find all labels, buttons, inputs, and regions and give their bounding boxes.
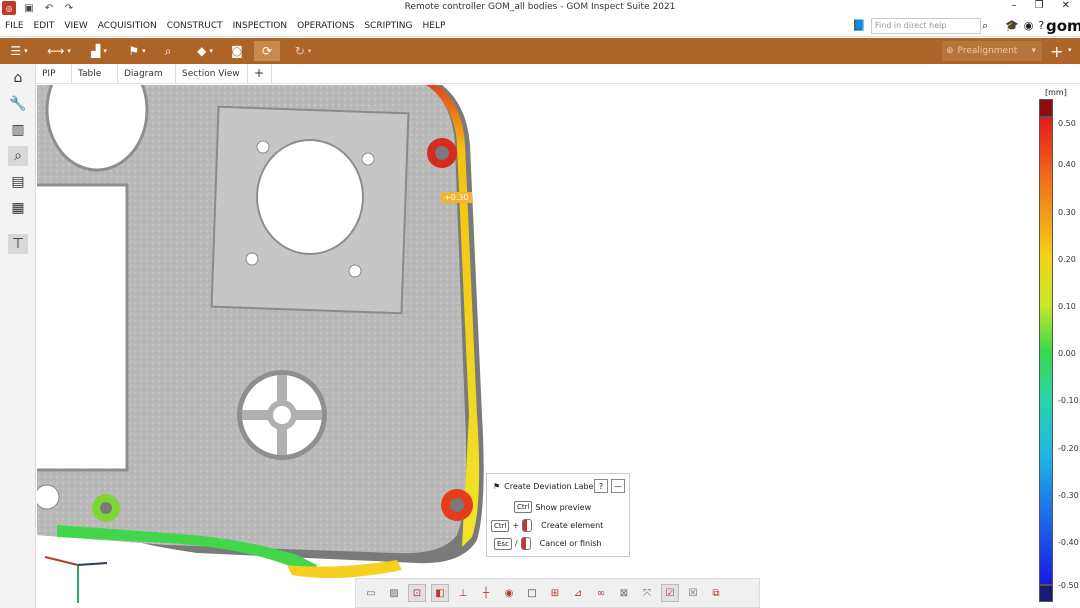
link-icon[interactable]: ∞ bbox=[592, 584, 610, 602]
search-icon[interactable]: ⌕ bbox=[160, 41, 176, 61]
tab-pip[interactable]: PIP bbox=[36, 64, 72, 84]
menu-bar: FILE EDIT VIEW ACQUISITION CONSTRUCT INS… bbox=[0, 17, 1080, 37]
chevron-down-icon: ▾ bbox=[1031, 46, 1036, 56]
deviation-label[interactable]: +0.30 bbox=[441, 192, 472, 203]
menu-inspection[interactable]: INSPECTION bbox=[233, 21, 287, 31]
main-toolbar: ☰ ▾ ⟷ ▾ ▟ ▾ ⚑ ▾ ⌕ ◆ ▾ ◙ ⟳ ↻ ▾ ⊕ Prealignment ▾… bbox=[0, 38, 1080, 64]
plus-symbol: + bbox=[512, 521, 520, 530]
menu-scripting[interactable]: SCRIPTING bbox=[364, 21, 412, 31]
view-tabs: PIP Table Diagram Section View + bbox=[36, 64, 1080, 84]
menu-construct[interactable]: CONSTRUCT bbox=[167, 21, 223, 31]
gom-logo: gom bbox=[1046, 17, 1080, 35]
left-click-icon bbox=[522, 519, 533, 532]
create-deviation-label-popup: ⚑ Create Deviation Label ? — Ctrl Show p… bbox=[486, 473, 630, 557]
menu-acquisition[interactable]: ACQUISITION bbox=[98, 21, 157, 31]
bars-icon[interactable]: ▥ bbox=[8, 120, 28, 140]
show-preview-label: Show preview bbox=[535, 502, 592, 512]
color-scale-bar bbox=[1039, 99, 1053, 604]
create-element-label: Create element bbox=[541, 521, 604, 530]
scale-tick: -0.10 bbox=[1058, 396, 1079, 405]
pin-icon[interactable]: ⊤ bbox=[8, 234, 28, 254]
ctrl-key: Ctrl bbox=[491, 519, 510, 532]
menu-view[interactable]: VIEW bbox=[64, 21, 87, 31]
menu-help[interactable]: HELP bbox=[423, 21, 446, 31]
redo-tool-button[interactable]: ↻ ▾ bbox=[288, 41, 318, 61]
scale-tick: -0.50 bbox=[1058, 581, 1079, 590]
scale-tick: 0.00 bbox=[1058, 349, 1076, 358]
add-dropdown-icon[interactable]: ▾ bbox=[1068, 46, 1072, 54]
hamburger-menu-button[interactable]: ☰ ▾ bbox=[4, 41, 34, 61]
angle-icon[interactable]: ⊿ bbox=[569, 584, 587, 602]
scale-tick: -0.20 bbox=[1058, 444, 1079, 453]
menu-operations[interactable]: OPERATIONS bbox=[297, 21, 354, 31]
slash-symbol: / bbox=[514, 539, 518, 548]
cross-icon[interactable]: ┼ bbox=[477, 584, 495, 602]
ctrl-key: Ctrl bbox=[514, 501, 533, 513]
bottom-toolbar: ▭ ▨ ⊡ ◧ ⊥ ┼ ◉ □ ⊞ ⊿ ∞ ⊠ ⤧ ☑ ☒ ⧉ bbox=[355, 578, 760, 608]
close-button[interactable]: ✕ bbox=[1062, 0, 1070, 11]
align-tool-button[interactable]: ⟷ ▾ bbox=[44, 41, 74, 61]
scale-tick: 0.30 bbox=[1058, 208, 1076, 217]
scale-tick: 0.20 bbox=[1058, 255, 1076, 264]
check-icon[interactable]: ☑ bbox=[661, 584, 679, 602]
scale-unit-label: [mm] bbox=[1045, 88, 1067, 97]
prealignment-dropdown[interactable]: ⊕ Prealignment ▾ bbox=[942, 41, 1042, 61]
x-box-icon[interactable]: ☒ bbox=[684, 584, 702, 602]
esc-key: Esc bbox=[494, 537, 512, 550]
frame-icon[interactable]: ⊞ bbox=[546, 584, 564, 602]
scale-tick: 0.50 bbox=[1058, 119, 1076, 128]
add-button[interactable]: + bbox=[1050, 42, 1063, 61]
right-click-icon bbox=[520, 537, 531, 550]
pick-icon[interactable]: ⊡ bbox=[408, 584, 426, 602]
home-icon[interactable]: ⌂ bbox=[8, 68, 28, 88]
left-sidebar: ⌂ 🔧 ▥ ⌕ ▤ ▦ ⊤ bbox=[0, 64, 36, 608]
window-title: Remote controller GOM_all bodies - GOM I… bbox=[404, 2, 676, 12]
popup-title: Create Deviation Label bbox=[504, 482, 596, 491]
menu-edit[interactable]: EDIT bbox=[34, 21, 55, 31]
minimize-popup-button[interactable]: — bbox=[611, 479, 625, 493]
help-button[interactable]: ? bbox=[594, 479, 608, 493]
help-search-icon[interactable]: ⌕ bbox=[982, 19, 988, 33]
menu-file[interactable]: FILE bbox=[5, 21, 24, 31]
refresh-button[interactable]: ⟳ bbox=[254, 41, 280, 61]
book-icon[interactable]: 📘 bbox=[852, 19, 866, 32]
scale-tick: 0.10 bbox=[1058, 302, 1076, 311]
prealignment-icon: ⊕ bbox=[946, 46, 954, 56]
flag-tool-button[interactable]: ⚑ ▾ bbox=[122, 41, 152, 61]
point-icon[interactable]: ⊥ bbox=[454, 584, 472, 602]
chart-tool-button[interactable]: ▟ ▾ bbox=[84, 41, 114, 61]
wrench-icon[interactable]: 🔧 bbox=[8, 94, 28, 114]
tab-add[interactable]: + bbox=[248, 64, 272, 84]
user-icon[interactable]: ◉ bbox=[1024, 19, 1034, 32]
corner-icon[interactable]: ⊠ bbox=[615, 584, 633, 602]
flag-icon: ⚑ bbox=[493, 482, 501, 491]
select-icon[interactable]: ▭ bbox=[362, 584, 380, 602]
target-tool-button[interactable]: ◆ ▾ bbox=[190, 41, 220, 61]
question-icon[interactable]: ? bbox=[1038, 19, 1044, 32]
hatch-icon[interactable]: ▨ bbox=[385, 584, 403, 602]
expand-icon[interactable]: ⤧ bbox=[638, 584, 656, 602]
grid-icon[interactable]: ▦ bbox=[8, 198, 28, 218]
tab-section-view[interactable]: Section View bbox=[176, 64, 248, 84]
title-bar: ◎ ▣ ↶ ↷ Remote controller GOM_all bodies… bbox=[0, 0, 1080, 17]
minimize-button[interactable]: – bbox=[1012, 0, 1017, 11]
camera-icon[interactable]: ◙ bbox=[228, 41, 246, 61]
tab-diagram[interactable]: Diagram bbox=[118, 64, 176, 84]
cancel-finish-label: Cancel or finish bbox=[539, 539, 602, 548]
scale-tick: -0.30 bbox=[1058, 491, 1079, 500]
square-icon[interactable]: □ bbox=[523, 584, 541, 602]
help-search-input[interactable]: Find in direct help bbox=[871, 18, 981, 34]
split-icon[interactable]: ◧ bbox=[431, 584, 449, 602]
report-icon[interactable]: ▤ bbox=[8, 172, 28, 192]
scale-tick: 0.40 bbox=[1058, 160, 1076, 169]
scale-tick: -0.40 bbox=[1058, 538, 1079, 547]
swap-icon[interactable]: ⧉ bbox=[707, 584, 725, 602]
maximize-button[interactable]: ❐ bbox=[1035, 0, 1044, 11]
graduation-cap-icon[interactable]: 🎓 bbox=[1005, 19, 1019, 32]
tab-table[interactable]: Table bbox=[72, 64, 118, 84]
eye-icon[interactable]: ◉ bbox=[500, 584, 518, 602]
inspect-icon[interactable]: ⌕ bbox=[8, 146, 28, 166]
